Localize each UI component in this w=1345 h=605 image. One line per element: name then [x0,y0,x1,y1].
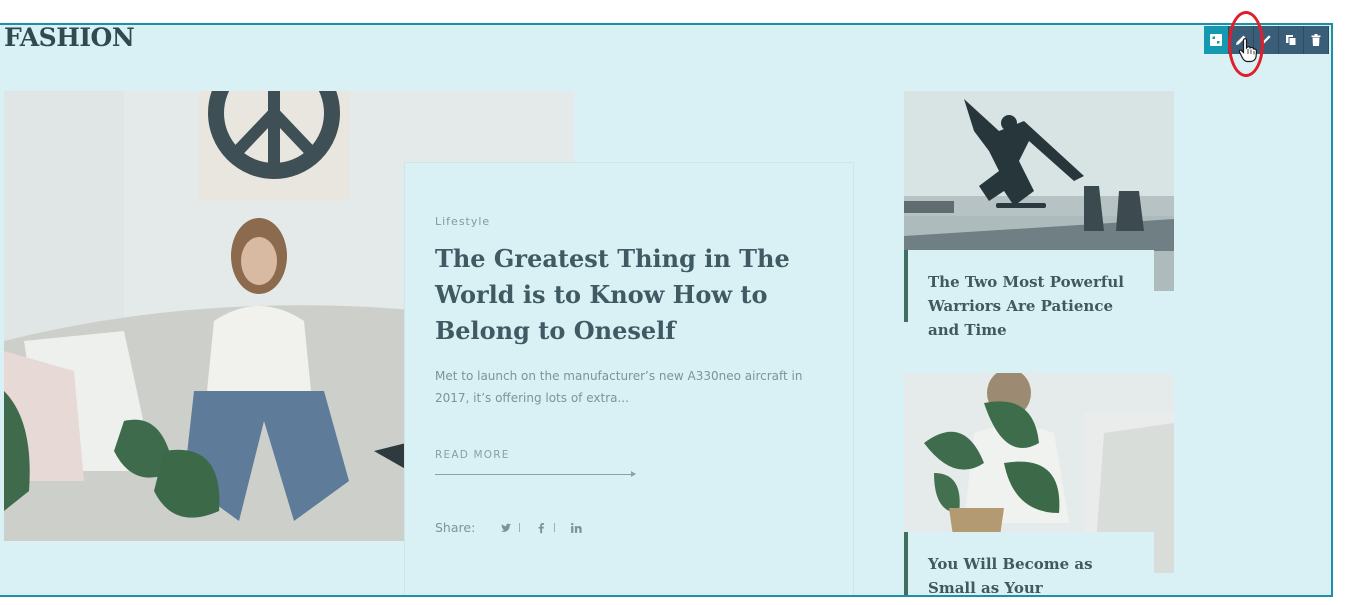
post-category[interactable]: Lifestyle [435,215,490,228]
share-label: Share: [435,520,476,535]
copy-icon[interactable] [1279,26,1304,54]
side-post-accent [904,532,908,595]
hand-cursor-icon [1238,38,1258,63]
main-post-excerpt: Met to launch on the manufacturer’s new … [435,369,803,405]
main-post-title[interactable]: The Greatest Thing in The World is to Kn… [435,241,835,349]
share-bar: Share: [435,520,583,535]
main-post-card: Lifestyle The Greatest Thing in The Worl… [404,162,854,595]
section-title: FASHION [4,23,135,52]
read-more-arrow [435,471,636,477]
read-more-link[interactable]: READ MORE [435,449,510,461]
linkedin-icon[interactable] [569,521,583,535]
side-post-accent [904,250,908,322]
facebook-icon[interactable] [534,521,548,535]
layout-icon[interactable] [1204,26,1229,54]
side-post-card: The Two Most Powerful Warriors Are Patie… [904,250,1154,350]
fashion-section[interactable]: FASHION Lifestyle The Greatest Thing in [0,23,1333,597]
side-post-title[interactable]: You Will Become as Small as Your Control… [904,532,1154,595]
trash-icon[interactable] [1304,26,1329,54]
section-edit-toolbar [1204,26,1329,54]
twitter-icon[interactable] [499,521,513,535]
share-separator [519,523,521,532]
share-separator [554,523,556,532]
side-post-card: You Will Become as Small as Your Control… [904,532,1154,595]
side-post-title[interactable]: The Two Most Powerful Warriors Are Patie… [904,250,1154,342]
